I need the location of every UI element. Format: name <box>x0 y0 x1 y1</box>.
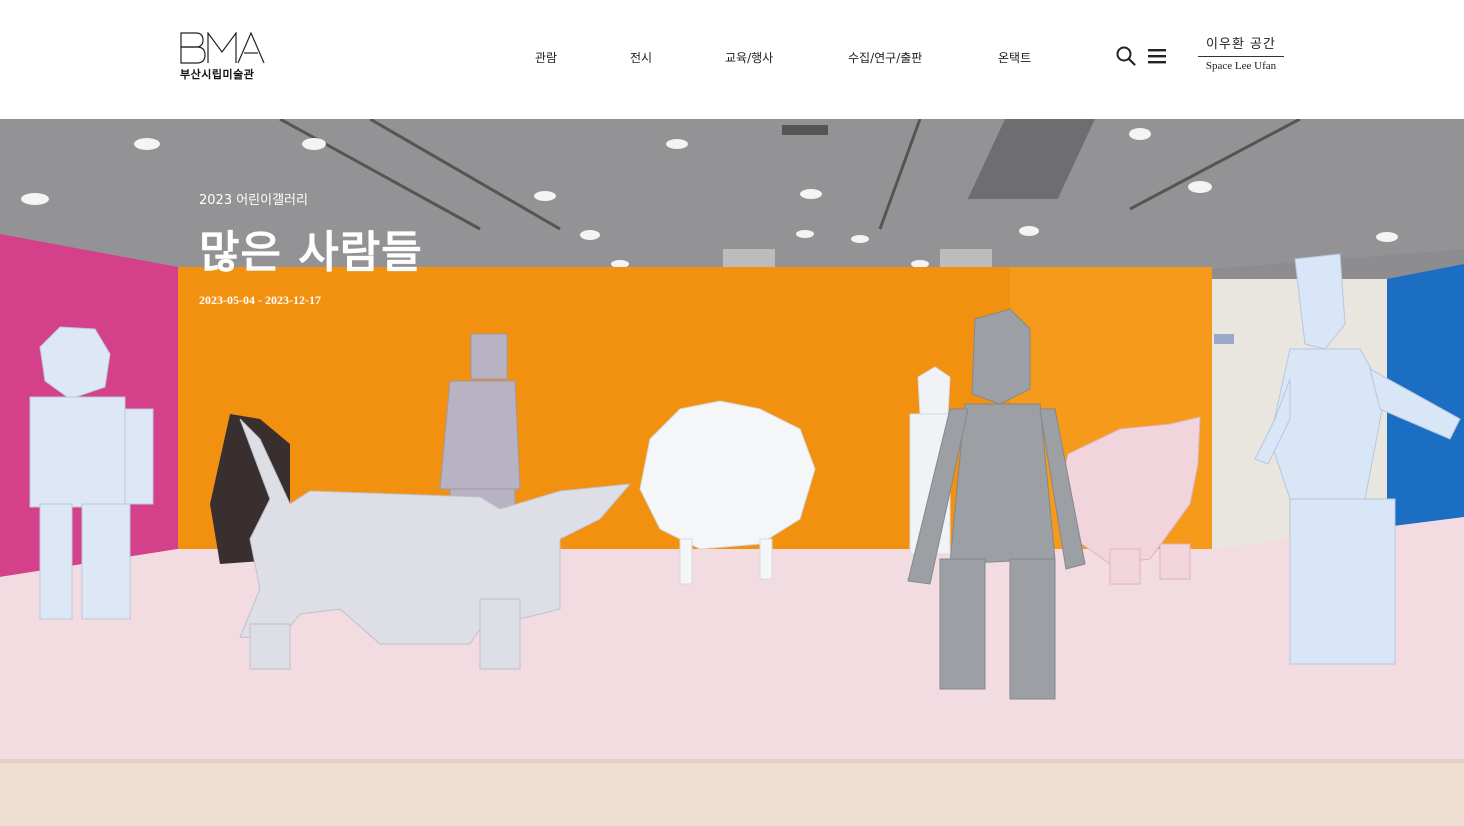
nav-item-visit[interactable]: 관람 <box>535 49 557 66</box>
hero-subtitle: 2023 어린이갤러리 <box>199 193 308 208</box>
nav-item-collection-research-publication[interactable]: 수집/연구/출판 <box>848 49 922 66</box>
nav-item-exhibitions[interactable]: 전시 <box>630 49 652 66</box>
search-icon <box>1116 46 1136 66</box>
space-lee-ufan-korean: 이우환 공간 <box>1198 36 1284 57</box>
space-lee-ufan-english: Space Lee Ufan <box>1205 60 1277 72</box>
nav-item-education-events[interactable]: 교육/행사 <box>725 49 773 66</box>
menu-button[interactable] <box>1146 47 1168 65</box>
hero-banner[interactable]: 2023 어린이갤러리 많은 사람들 2023-05-04 - 2023-12-… <box>0 119 1464 826</box>
site-header: 부산시립미술관 관람 전시 교육/행사 수집/연구/출판 온택트 이우환 공간 … <box>0 0 1464 119</box>
hero-title[interactable]: 많은 사람들 <box>199 216 423 280</box>
search-button[interactable] <box>1115 45 1137 67</box>
space-lee-ufan-link[interactable]: 이우환 공간 Space Lee Ufan <box>1198 36 1284 76</box>
hamburger-menu-icon <box>1148 49 1166 64</box>
nav-item-ontact[interactable]: 온택트 <box>998 49 1031 66</box>
hero-date-range: 2023-05-04 - 2023-12-17 <box>199 293 321 307</box>
